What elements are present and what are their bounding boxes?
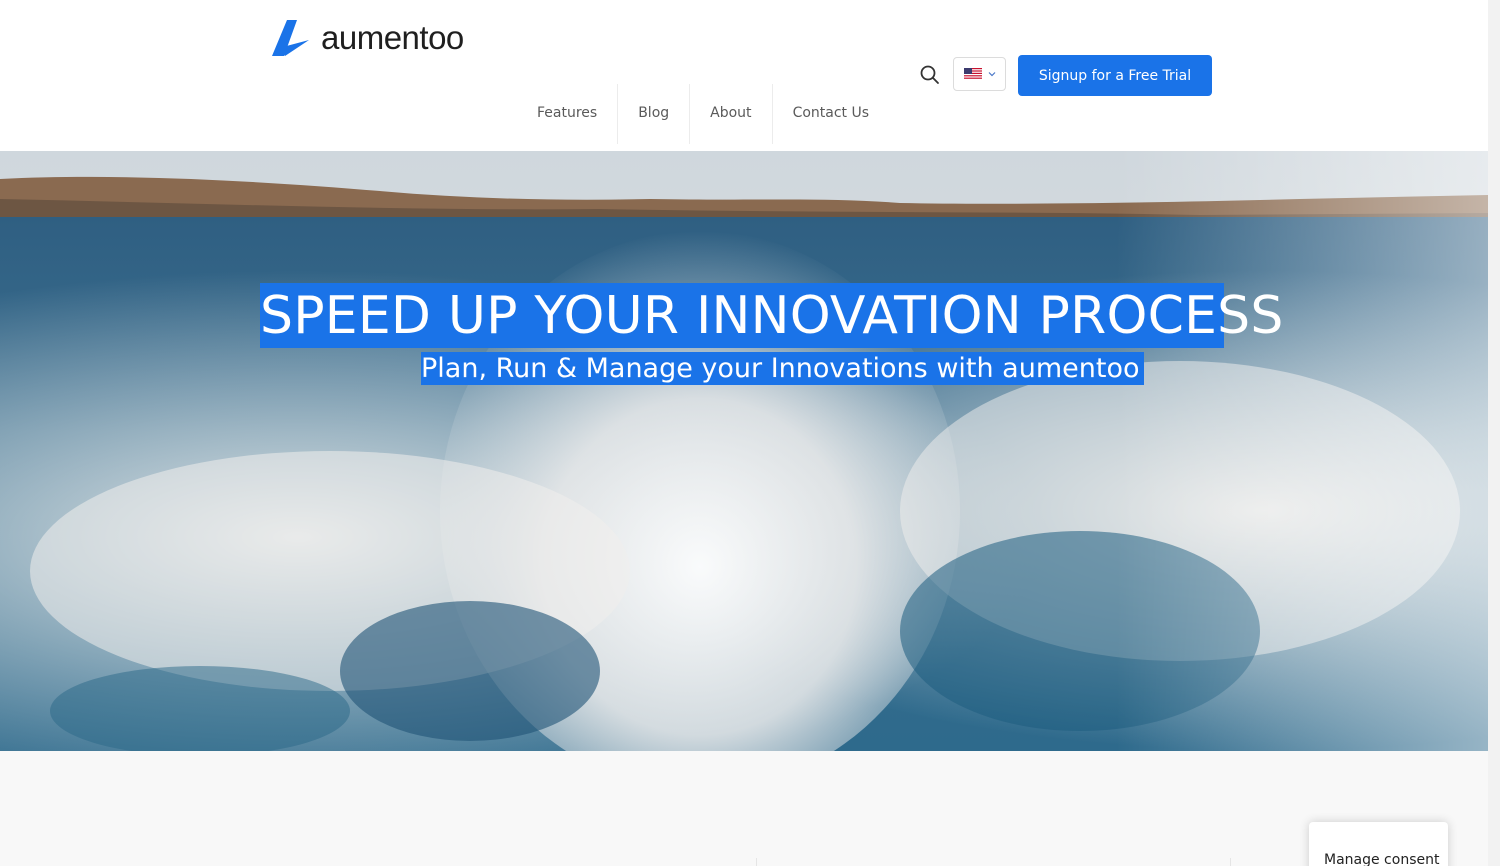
manage-consent-label: Manage consent xyxy=(1324,852,1440,866)
signup-free-trial-button[interactable]: Signup for a Free Trial xyxy=(1018,55,1212,96)
us-flag-icon xyxy=(963,68,982,80)
hero-section: SPEED UP YOUR INNOVATION PROCESS Plan, R… xyxy=(0,151,1488,751)
site-header: aumentoo Signup for a Free Trial Feature… xyxy=(0,0,1488,151)
page: aumentoo Signup for a Free Trial Feature… xyxy=(0,0,1488,866)
column-divider xyxy=(756,858,757,866)
chevron-down-icon xyxy=(988,72,995,77)
logo-link[interactable]: aumentoo xyxy=(271,18,464,58)
nav-item-about[interactable]: About xyxy=(690,84,773,144)
nav-item-features[interactable]: Features xyxy=(517,84,619,144)
hero-subtitle: Plan, Run & Manage your Innovations with… xyxy=(421,353,1140,384)
aumentoo-logo-icon xyxy=(272,20,309,56)
search-icon xyxy=(920,65,939,84)
logo-text: aumentoo xyxy=(321,19,464,56)
hero-title: SPEED UP YOUR INNOVATION PROCESS xyxy=(260,286,1284,346)
main-nav: Features Blog About Contact Us xyxy=(517,84,889,144)
nav-item-contact-us[interactable]: Contact Us xyxy=(773,84,889,144)
page-scrollbar[interactable] xyxy=(1488,0,1500,866)
column-divider xyxy=(1230,858,1231,866)
search-button[interactable] xyxy=(918,63,942,87)
manage-consent-button[interactable]: Manage consent xyxy=(1309,822,1448,866)
hero-background-image xyxy=(0,151,1488,751)
language-selector[interactable] xyxy=(953,57,1006,91)
nav-item-blog[interactable]: Blog xyxy=(618,84,691,144)
